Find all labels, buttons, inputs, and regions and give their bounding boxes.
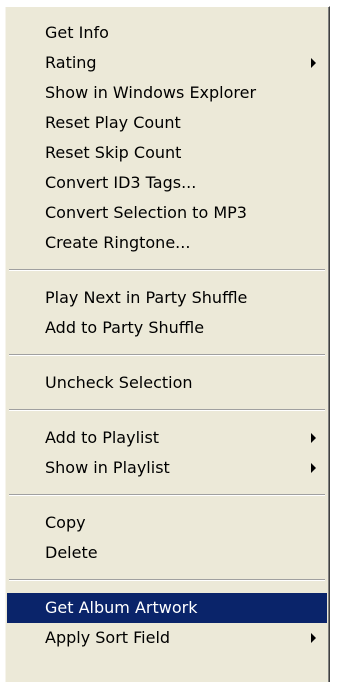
menu-item-rating[interactable]: Rating [7, 48, 327, 78]
menu-separator [9, 354, 325, 356]
menu-item-label: Convert Selection to MP3 [45, 203, 247, 222]
menu-item-label: Copy [45, 513, 86, 532]
menu-item-label: Play Next in Party Shuffle [45, 288, 248, 307]
menu-item-label: Rating [45, 53, 97, 72]
menu-separator [9, 494, 325, 496]
menu-item-uncheck-selection[interactable]: Uncheck Selection [7, 368, 327, 398]
menu-separator [9, 409, 325, 411]
menu-item-copy[interactable]: Copy [7, 508, 327, 538]
menu-item-delete[interactable]: Delete [7, 538, 327, 568]
menu-item-apply-sort-field[interactable]: Apply Sort Field [7, 623, 327, 653]
menu-item-label: Apply Sort Field [45, 628, 171, 647]
menu-item-label: Get Info [45, 23, 109, 42]
menu-item-label: Get Album Artwork [45, 598, 198, 617]
menu-item-label: Create Ringtone... [45, 233, 191, 252]
menu-separator [9, 579, 325, 581]
menu-item-show-in-playlist[interactable]: Show in Playlist [7, 453, 327, 483]
menu-item-label: Reset Skip Count [45, 143, 182, 162]
menu-item-show-in-windows-explorer[interactable]: Show in Windows Explorer [7, 78, 327, 108]
menu-item-add-to-playlist[interactable]: Add to Playlist [7, 423, 327, 453]
menu-item-reset-play-count[interactable]: Reset Play Count [7, 108, 327, 138]
submenu-arrow-icon [311, 58, 316, 68]
submenu-arrow-icon [311, 433, 316, 443]
context-menu: Get Info Rating Show in Windows Explorer… [4, 6, 330, 682]
menu-item-reset-skip-count[interactable]: Reset Skip Count [7, 138, 327, 168]
menu-item-convert-id3-tags[interactable]: Convert ID3 Tags... [7, 168, 327, 198]
menu-item-label: Convert ID3 Tags... [45, 173, 197, 192]
menu-item-label: Delete [45, 543, 98, 562]
menu-item-label: Reset Play Count [45, 113, 181, 132]
menu-item-add-to-party-shuffle[interactable]: Add to Party Shuffle [7, 313, 327, 343]
menu-separator [9, 269, 325, 271]
menu-item-label: Add to Playlist [45, 428, 160, 447]
menu-item-label: Show in Windows Explorer [45, 83, 257, 102]
menu-item-get-info[interactable]: Get Info [7, 18, 327, 48]
menu-item-convert-selection-to-mp3[interactable]: Convert Selection to MP3 [7, 198, 327, 228]
menu-item-play-next-in-party-shuffle[interactable]: Play Next in Party Shuffle [7, 283, 327, 313]
menu-item-label: Show in Playlist [45, 458, 170, 477]
submenu-arrow-icon [311, 633, 316, 643]
menu-item-get-album-artwork[interactable]: Get Album Artwork [7, 593, 327, 623]
menu-item-label: Add to Party Shuffle [45, 318, 205, 337]
menu-item-create-ringtone[interactable]: Create Ringtone... [7, 228, 327, 258]
menu-item-label: Uncheck Selection [45, 373, 193, 392]
submenu-arrow-icon [311, 463, 316, 473]
